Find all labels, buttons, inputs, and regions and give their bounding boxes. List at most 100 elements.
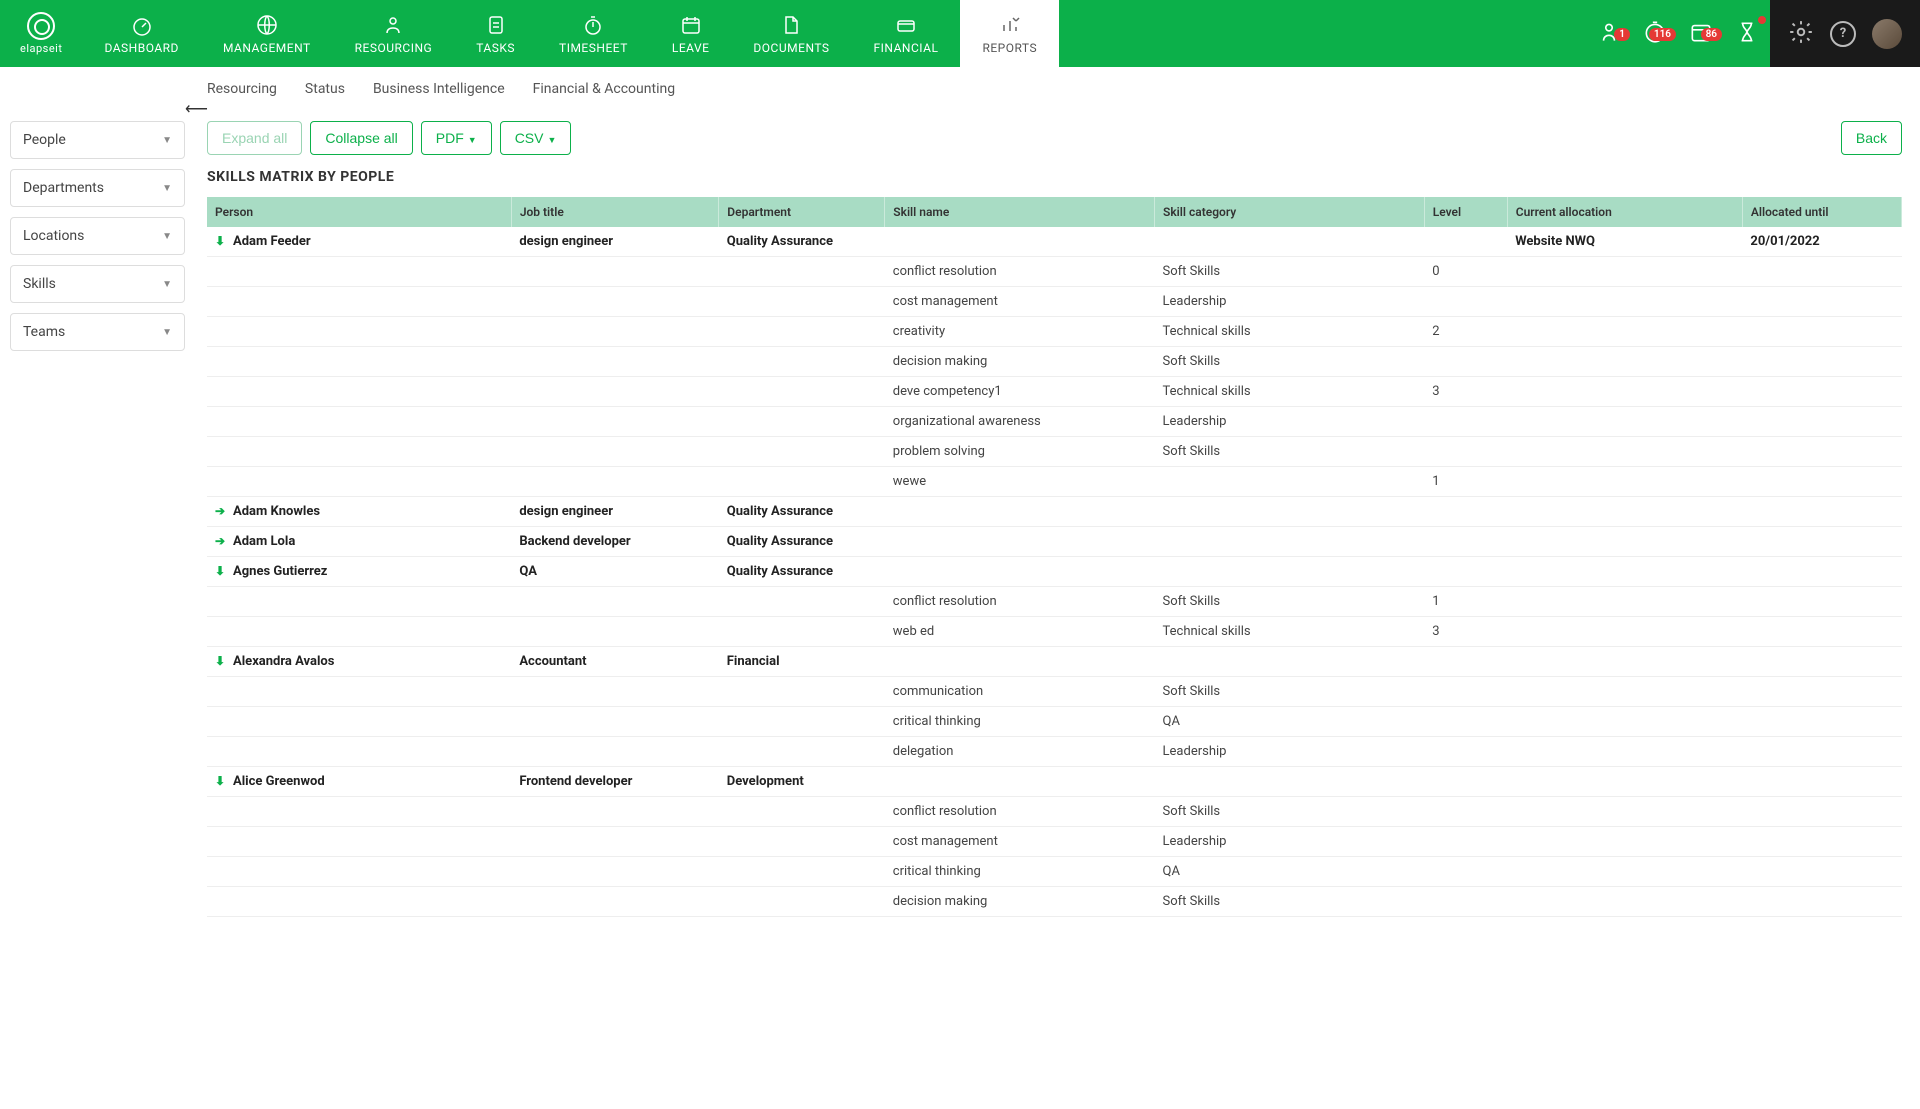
department: Quality Assurance [719,227,885,257]
allocated-until [1742,767,1901,797]
export-pdf-button[interactable]: PDF ▼ [421,121,492,155]
nav-leave[interactable]: LEAVE [650,0,732,67]
skill-name: organizational awareness [885,407,1155,437]
table-row: conflict resolutionSoft Skills1 [207,587,1902,617]
skill-level [1424,887,1507,917]
filter-label: Departments [23,180,104,196]
chevron-down-icon: ▼ [162,183,172,194]
nav-timesheet[interactable]: TIMESHEET [537,0,650,67]
skill-level: 2 [1424,317,1507,347]
arrow-down-icon[interactable]: ⬇ [215,564,227,578]
table-row: cost managementLeadership [207,287,1902,317]
current-allocation [1507,557,1742,587]
nav-label: FINANCIAL [874,41,939,55]
table-row: cost managementLeadership [207,827,1902,857]
nav-tasks[interactable]: TASKS [454,0,537,67]
table-row: critical thinkingQA [207,857,1902,887]
nav-right: 1 116 86 ? [1586,0,1920,67]
chevron-down-icon: ▼ [468,135,477,145]
nav-management[interactable]: MANAGEMENT [201,0,333,67]
filter-label: Teams [23,324,65,340]
col-person[interactable]: Person [207,197,511,227]
chart-icon [998,13,1022,37]
table-row: decision makingSoft Skills [207,887,1902,917]
col-skill-name[interactable]: Skill name [885,197,1155,227]
filter-label: People [23,132,66,148]
table-row: web edTechnical skills3 [207,617,1902,647]
filter-teams[interactable]: Teams▼ [10,313,185,351]
col-allocated-until[interactable]: Allocated until [1742,197,1901,227]
filter-sidebar: People▼ Departments▼ Locations▼ Skills▼ … [0,111,195,937]
alert-dot [1758,16,1766,24]
table-row: ⬇Alice GreenwodFrontend developerDevelop… [207,767,1902,797]
col-level[interactable]: Level [1424,197,1507,227]
nav-items: DASHBOARD MANAGEMENT RESOURCING TASKS TI… [82,0,1586,67]
subtab-financial-accounting[interactable]: Financial & Accounting [533,77,675,101]
arrow-down-icon[interactable]: ⬇ [215,654,227,668]
schedule-button[interactable]: 86 [1678,19,1724,49]
user-avatar[interactable] [1872,19,1902,49]
allocated-until [1742,647,1901,677]
col-department[interactable]: Department [719,197,885,227]
person-name: Alexandra Avalos [233,654,334,669]
settings-button[interactable] [1788,19,1814,49]
table-row: ⬇Agnes GutierrezQAQuality Assurance [207,557,1902,587]
brand-logo[interactable]: elapseit [0,0,82,67]
skill-name: cost management [885,827,1155,857]
notifications-button[interactable]: 1 [1586,19,1632,49]
filter-departments[interactable]: Departments ▼ [10,169,185,207]
skill-name: communication [885,677,1155,707]
col-job-title[interactable]: Job title [511,197,718,227]
job-title: Backend developer [511,527,718,557]
job-title: QA [511,557,718,587]
subtab-resourcing[interactable]: Resourcing [207,77,277,101]
table-body: ⬇Adam Feederdesign engineerQuality Assur… [207,227,1902,917]
subtab-status[interactable]: Status [305,77,345,101]
col-skill-category[interactable]: Skill category [1155,197,1425,227]
filter-skills[interactable]: Skills▼ [10,265,185,303]
back-button[interactable]: Back [1841,121,1902,155]
help-button[interactable]: ? [1830,21,1856,47]
nav-dashboard[interactable]: DASHBOARD [82,0,200,67]
brand-name: elapseit [20,42,62,55]
filter-people[interactable]: People▼ [10,121,185,159]
chevron-down-icon: ▼ [162,231,172,242]
expand-all-button[interactable]: Expand all [207,121,302,155]
nav-financial[interactable]: FINANCIAL [852,0,961,67]
skill-level [1424,437,1507,467]
table-row: critical thinkingQA [207,707,1902,737]
person-name: Adam Lola [233,534,295,549]
nav-resourcing[interactable]: RESOURCING [333,0,455,67]
timer-button[interactable]: 116 [1632,19,1678,49]
skill-category: Leadership [1155,737,1425,767]
department: Quality Assurance [719,527,885,557]
toolbar: Expand all Collapse all PDF ▼ CSV▼ Back [207,121,1902,155]
col-current-allocation[interactable]: Current allocation [1507,197,1742,227]
collapse-all-button[interactable]: Collapse all [310,121,412,155]
arrow-right-icon[interactable]: ➔ [215,534,227,548]
allocated-until [1742,557,1901,587]
collapse-sidebar-button[interactable]: ⟵ [185,99,208,118]
skill-level: 1 [1424,587,1507,617]
nav-label: DASHBOARD [104,41,178,55]
clipboard-icon [484,13,508,37]
arrow-right-icon[interactable]: ➔ [215,504,227,518]
job-title: design engineer [511,497,718,527]
arrow-down-icon[interactable]: ⬇ [215,774,227,788]
skill-level: 3 [1424,617,1507,647]
hourglass-button[interactable] [1724,19,1770,49]
export-csv-button[interactable]: CSV▼ [500,121,572,155]
skill-category: Soft Skills [1155,677,1425,707]
pdf-label: PDF [436,130,464,146]
table-row: communicationSoft Skills [207,677,1902,707]
job-title: Accountant [511,647,718,677]
filter-locations[interactable]: Locations▼ [10,217,185,255]
nav-reports[interactable]: REPORTS [960,0,1059,67]
skill-category: Technical skills [1155,317,1425,347]
subtab-business-intelligence[interactable]: Business Intelligence [373,77,505,101]
gauge-icon [130,13,154,37]
table-row: problem solvingSoft Skills [207,437,1902,467]
nav-documents[interactable]: DOCUMENTS [731,0,851,67]
skill-level: 0 [1424,257,1507,287]
arrow-down-icon[interactable]: ⬇ [215,234,227,248]
